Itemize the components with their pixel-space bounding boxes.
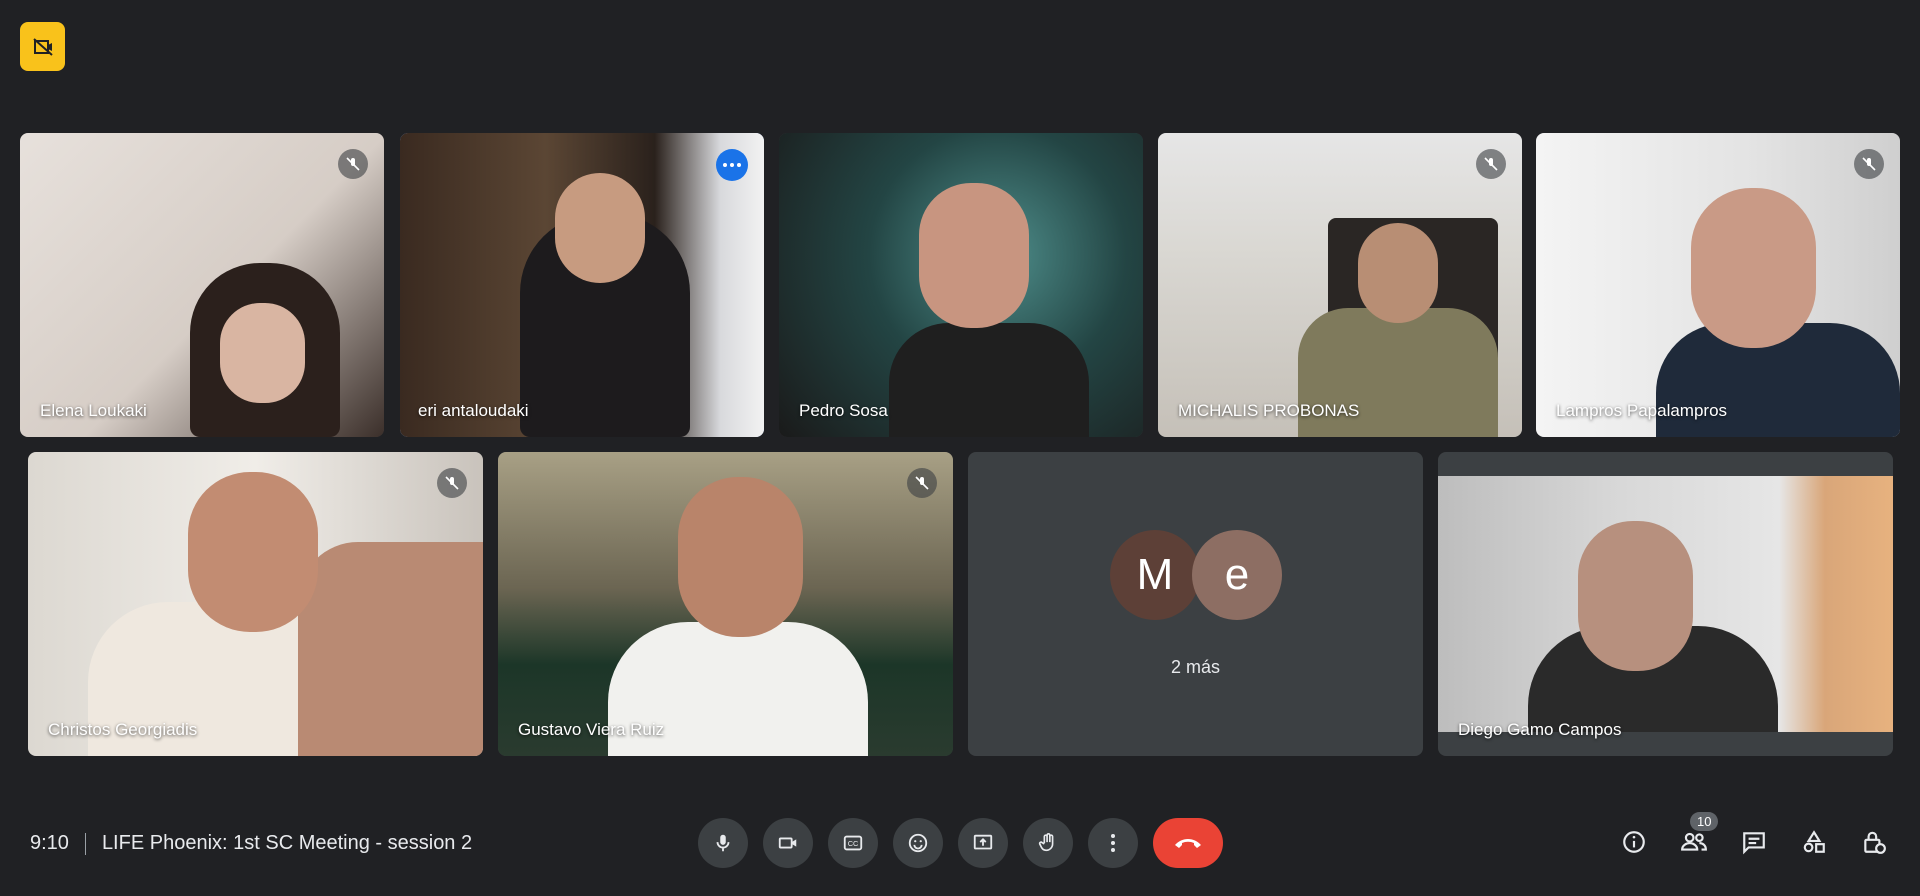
avatar-letter: e: [1224, 550, 1250, 599]
participant-tile-gustavo[interactable]: Gustavo Viera Ruiz: [498, 452, 953, 756]
end-call-button[interactable]: [1153, 818, 1223, 868]
people-button[interactable]: 10: [1676, 812, 1719, 860]
participant-name: Gustavo Viera Ruiz: [518, 720, 665, 739]
bottom-bar: 9:10 LIFE Phoenix: 1st SC Meeting - sess…: [0, 796, 1920, 896]
face: [188, 472, 318, 632]
muted-mic-icon: [338, 149, 368, 179]
raise-hand-icon: [1038, 833, 1054, 852]
video-feed: [1158, 133, 1522, 437]
divider: [84, 832, 86, 855]
meeting-time: 9:10: [30, 832, 69, 854]
video-feed: [498, 452, 953, 756]
face: [1578, 521, 1693, 671]
face: [1691, 188, 1816, 348]
end-call-icon: [1175, 839, 1201, 848]
microphone-button[interactable]: [698, 818, 748, 868]
participant-name: eri antaloudaki: [418, 401, 529, 420]
participant-name: MICHALIS PROBONAS: [1178, 401, 1360, 420]
participant-tile-diego[interactable]: Diego Gamo Campos: [1438, 452, 1893, 756]
participant-name: Elena Loukaki: [40, 401, 147, 420]
video-feed: [400, 133, 764, 437]
avatar-m: M: [1110, 530, 1200, 620]
arm: [298, 542, 483, 756]
video-feed: [1536, 133, 1900, 437]
captions-button[interactable]: CC: [828, 818, 878, 868]
participant-name: Diego Gamo Campos: [1458, 720, 1622, 739]
more-options-icon[interactable]: [716, 149, 748, 181]
svg-text:CC: CC: [848, 839, 859, 848]
captions-icon: CC: [843, 835, 863, 851]
present-icon: [973, 834, 993, 850]
participant-tile-pedro[interactable]: Pedro Sosa: [779, 133, 1143, 437]
present-button[interactable]: [958, 818, 1008, 868]
activities-button[interactable]: [1796, 824, 1832, 860]
muted-mic-icon: [1854, 149, 1884, 179]
participant-tile-lampros[interactable]: Lampros Papalampros: [1536, 133, 1900, 437]
emoji-icon: [908, 833, 928, 853]
participant-tile-christos[interactable]: Christos Georgiadis: [28, 452, 483, 756]
meeting-title: LIFE Phoenix: 1st SC Meeting - session 2: [101, 832, 473, 854]
face: [1358, 223, 1438, 323]
people-icon: [1681, 832, 1707, 851]
person-silhouette: [889, 323, 1089, 437]
camera-button[interactable]: [763, 818, 813, 868]
face: [220, 303, 305, 403]
face: [555, 173, 645, 283]
raise-hand-button[interactable]: [1023, 818, 1073, 868]
muted-mic-icon: [1476, 149, 1506, 179]
more-participants-tile[interactable]: M e 2 más: [968, 452, 1423, 756]
no-video-badge-icon[interactable]: [20, 22, 65, 71]
face: [678, 477, 803, 637]
video-feed: [28, 452, 483, 756]
avatar-letter: M: [1136, 550, 1174, 599]
muted-mic-icon: [437, 468, 467, 498]
participant-name: Pedro Sosa: [799, 401, 888, 420]
chat-button[interactable]: [1736, 824, 1772, 860]
meeting-info: 9:10 LIFE Phoenix: 1st SC Meeting - sess…: [30, 832, 472, 855]
host-controls-button[interactable]: [1856, 824, 1892, 860]
participant-name: Christos Georgiadis: [48, 720, 198, 739]
activities-icon: [1803, 830, 1825, 853]
participant-tile-elena[interactable]: Elena Loukaki: [20, 133, 384, 437]
participant-tile-eri[interactable]: eri antaloudaki: [400, 133, 764, 437]
muted-mic-icon: [907, 468, 937, 498]
video-feed: [20, 133, 384, 437]
participant-name: Lampros Papalampros: [1556, 401, 1728, 420]
emoji-button[interactable]: [893, 818, 943, 868]
info-icon: [1623, 831, 1645, 853]
video-feed: [779, 133, 1143, 437]
avatar-e: e: [1192, 530, 1282, 620]
chat-icon: [1743, 832, 1765, 855]
people-count-badge: 10: [1690, 812, 1719, 831]
camera-icon: [778, 837, 797, 849]
video-feed: [1438, 476, 1893, 732]
more-participants-label: 2 más: [1170, 657, 1221, 677]
microphone-icon: [716, 834, 730, 852]
host-controls-icon: [1864, 831, 1886, 854]
more-options-button[interactable]: [1088, 818, 1138, 868]
face: [919, 183, 1029, 328]
meeting-details-button[interactable]: [1616, 824, 1652, 860]
participant-tile-michalis[interactable]: MICHALIS PROBONAS: [1158, 133, 1522, 437]
more-options-icon: [1111, 834, 1115, 852]
